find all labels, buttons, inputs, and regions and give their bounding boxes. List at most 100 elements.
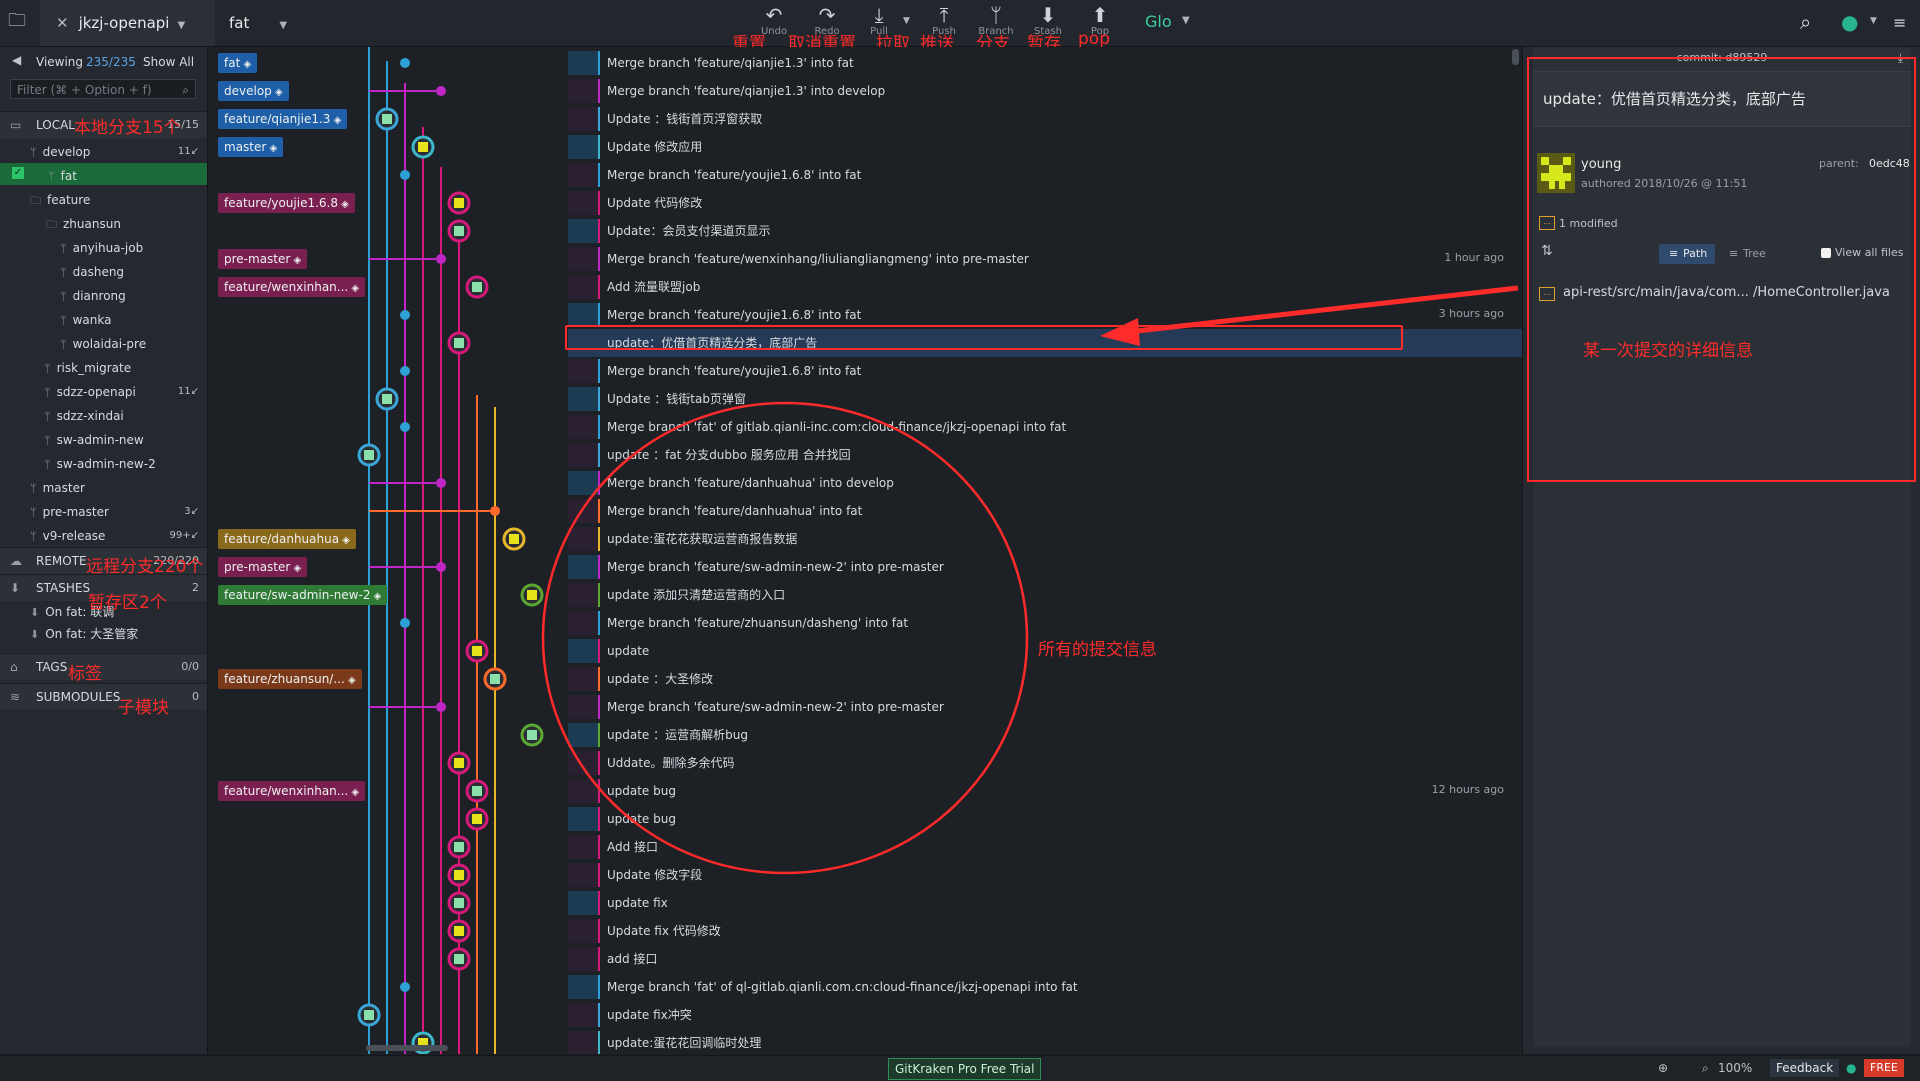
sidebar-item-anyihua-job[interactable]: ᛘ anyihua-job <box>60 237 207 259</box>
chevron-down-icon[interactable]: ▼ <box>1182 15 1190 26</box>
commit-row[interactable]: Merge branch 'fat' of gitlab.qianli-inc.… <box>208 413 1522 441</box>
row-color-bar <box>598 135 600 159</box>
chevron-down-icon[interactable]: ▼ <box>177 20 185 31</box>
commit-row[interactable]: Add 接口 <box>208 833 1522 861</box>
commit-row[interactable]: update fix <box>208 889 1522 917</box>
row-color-bar <box>598 695 600 719</box>
row-color-bar <box>598 1003 600 1027</box>
row-lane-tint <box>568 555 600 579</box>
globe-icon[interactable]: ⊕ <box>1658 1061 1668 1075</box>
scrollbar[interactable] <box>1512 49 1519 65</box>
sidebar-item-pre-master[interactable]: ᛘ pre-master 3↙ <box>30 501 207 523</box>
branch-label[interactable]: feature/youjie1.6.8 ◈ <box>218 193 355 213</box>
commit-row[interactable]: Uddate。删除多余代码 <box>208 749 1522 777</box>
filter-input[interactable]: Filter (⌘ + Option + f) ⌕ <box>10 79 196 99</box>
sidebar-item-master[interactable]: ᛘ master <box>30 477 207 499</box>
branch-label[interactable]: develop ◈ <box>218 81 289 101</box>
stash-item[interactable]: ⬇ On fat: 大圣管家 <box>30 623 138 645</box>
sidebar-item-sdzz-xindai[interactable]: ᛘ sdzz-xindai <box>44 405 207 427</box>
commit-row[interactable]: fat ◈ Merge branch 'feature/qianjie1.3' i… <box>208 49 1522 77</box>
sidebar-item-fat[interactable]: ᛘ fat <box>48 165 213 187</box>
glo-button[interactable]: Glo <box>1145 12 1172 31</box>
branch-label[interactable]: fat ◈ <box>218 53 258 73</box>
commit-row[interactable]: feature/qianjie1.3 ◈ Update ：钱街首页浮窗获取 <box>208 105 1522 133</box>
plan-badge[interactable]: FREE <box>1864 1059 1904 1077</box>
commit-row[interactable]: pre-master ◈ Merge branch 'feature/wenxin… <box>208 245 1522 273</box>
feedback-button[interactable]: Feedback <box>1770 1059 1840 1077</box>
folder-icon[interactable]: 🗀 <box>8 12 30 30</box>
commit-row[interactable]: update fix冲突 <box>208 1001 1522 1029</box>
row-lane-tint <box>568 275 600 299</box>
commit-row[interactable]: update bug <box>208 805 1522 833</box>
commit-row[interactable]: feature/wenxinhan... ◈ update bug 12 hours… <box>208 777 1522 805</box>
branch-label[interactable]: pre-master ◈ <box>218 557 308 577</box>
commit-row[interactable]: feature/sw-admin-new-2 ◈ update 添加只清楚运营商的… <box>208 581 1522 609</box>
commit-row[interactable]: Merge branch 'feature/youjie1.6.8' into … <box>208 161 1522 189</box>
branch-icon: ᛘ <box>44 362 51 375</box>
commit-row[interactable]: Update fix 代码修改 <box>208 917 1522 945</box>
commit-row[interactable]: develop ◈ Merge branch 'feature/qianjie1.… <box>208 77 1522 105</box>
sidebar-item-v9-release[interactable]: ᛘ v9-release 99+↙ <box>30 525 207 547</box>
commit-row[interactable]: update <box>208 637 1522 665</box>
back-icon[interactable]: ◀ <box>12 53 21 67</box>
commit-row[interactable]: feature/wenxinhan... ◈ Add 流量联盟job <box>208 273 1522 301</box>
commit-row[interactable]: Merge branch 'feature/danhuahua' into de… <box>208 469 1522 497</box>
submodules-section[interactable]: ≋ SUBMODULES 0 <box>0 683 207 710</box>
branch-label[interactable]: feature/danhuahua ◈ <box>218 529 356 549</box>
sidebar-item-sw-admin-new-2[interactable]: ᛘ sw-admin-new-2 <box>44 453 207 475</box>
commit-row[interactable]: Merge branch 'feature/youjie1.6.8' into … <box>208 357 1522 385</box>
commit-row[interactable]: Merge branch 'fat' of ql-gitlab.qianli.c… <box>208 973 1522 1001</box>
show-all-button[interactable]: Show All <box>143 55 194 69</box>
repo-tab[interactable]: ✕ jkzj-openapi ▼ <box>40 0 215 46</box>
remote-indicator-icon: ◈ <box>348 283 360 294</box>
sidebar-item-wanka[interactable]: ᛘ wanka <box>60 309 207 331</box>
commit-message: update ：大圣修改 <box>607 672 714 686</box>
commit-row[interactable]: feature/zhuansun/... ◈ update ：大圣修改 <box>208 665 1522 693</box>
sidebar-item-develop[interactable]: ᛘ develop 11↙ <box>30 141 207 163</box>
row-lane-tint <box>568 919 600 943</box>
commit-row[interactable]: Update 修改字段 <box>208 861 1522 889</box>
sidebar-item-dianrong[interactable]: ᛘ dianrong <box>60 285 207 307</box>
zoom-level[interactable]: 100% <box>1718 1061 1752 1075</box>
row-color-bar <box>598 527 600 551</box>
sidebar-item-risk_migrate[interactable]: ᛘ risk_migrate <box>44 357 207 379</box>
commit-row[interactable]: feature/youjie1.6.8 ◈ Update 代码修改 <box>208 189 1522 217</box>
chevron-down-icon[interactable]: ▼ <box>1870 16 1877 26</box>
branch-label[interactable]: feature/qianjie1.3 ◈ <box>218 109 348 129</box>
tags-section[interactable]: ⌂ TAGS 0/0 <box>0 653 207 680</box>
avatar[interactable]: ● <box>1841 10 1858 34</box>
horizontal-scrollbar[interactable] <box>366 1045 448 1051</box>
search-icon[interactable]: ⌕ <box>1800 10 1811 34</box>
commit-row[interactable]: pre-master ◈ Merge branch 'feature/sw-adm… <box>208 553 1522 581</box>
branch-label[interactable]: pre-master ◈ <box>218 249 308 269</box>
commit-row[interactable]: master ◈ Update 修改应用 <box>208 133 1522 161</box>
pull-options-icon[interactable]: ▼ <box>903 16 910 26</box>
commit-row[interactable]: add 接口 <box>208 945 1522 973</box>
menu-icon[interactable]: ≡ <box>1893 13 1906 32</box>
branch-label[interactable]: feature/wenxinhan... ◈ <box>218 277 366 297</box>
pro-trial-badge[interactable]: GitKraken Pro Free Trial <box>888 1058 1042 1080</box>
sidebar-item-sdzz-openapi[interactable]: ᛘ sdzz-openapi 11↙ <box>44 381 207 403</box>
commit-row[interactable]: Merge branch 'feature/sw-admin-new-2' in… <box>208 693 1522 721</box>
commit-row[interactable]: Update ：钱街tab页弹窗 <box>208 385 1522 413</box>
close-icon[interactable]: ✕ <box>56 14 69 32</box>
branch-label[interactable]: master ◈ <box>218 137 284 157</box>
branch-label[interactable]: feature/zhuansun/... ◈ <box>218 669 362 689</box>
chevron-down-icon[interactable]: ▼ <box>279 20 287 31</box>
sidebar-item-dasheng[interactable]: ᛘ dasheng <box>60 261 207 283</box>
sidebar-item-feature[interactable]: 🗀 feature <box>30 189 207 211</box>
sidebar-item-sw-admin-new[interactable]: ᛘ sw-admin-new <box>44 429 207 451</box>
sidebar-item-zhuansun[interactable]: 🗀 zhuansun <box>46 213 207 235</box>
branch-tab[interactable]: fat ▼ <box>215 0 305 46</box>
branch-icon: ᛘ <box>60 242 67 255</box>
commit-row[interactable]: Update：会员支付渠道页显示 <box>208 217 1522 245</box>
commit-row[interactable]: feature/danhuahua ◈ update:蛋花花获取运营商报告数据 <box>208 525 1522 553</box>
branch-label[interactable]: feature/wenxinhan... ◈ <box>218 781 366 801</box>
branch-label[interactable]: feature/sw-admin-new-2 ◈ <box>218 585 388 605</box>
commit-row[interactable]: update ：运营商解析bug <box>208 721 1522 749</box>
row-color-bar <box>598 919 600 943</box>
commit-row[interactable]: update ：fat 分支dubbo 服务应用 合并找回 <box>208 441 1522 469</box>
commit-row[interactable]: Merge branch 'feature/danhuahua' into fa… <box>208 497 1522 525</box>
sidebar-item-wolaidai-pre[interactable]: ᛘ wolaidai-pre <box>60 333 207 355</box>
commit-row[interactable]: Merge branch 'feature/zhuansun/dasheng' … <box>208 609 1522 637</box>
